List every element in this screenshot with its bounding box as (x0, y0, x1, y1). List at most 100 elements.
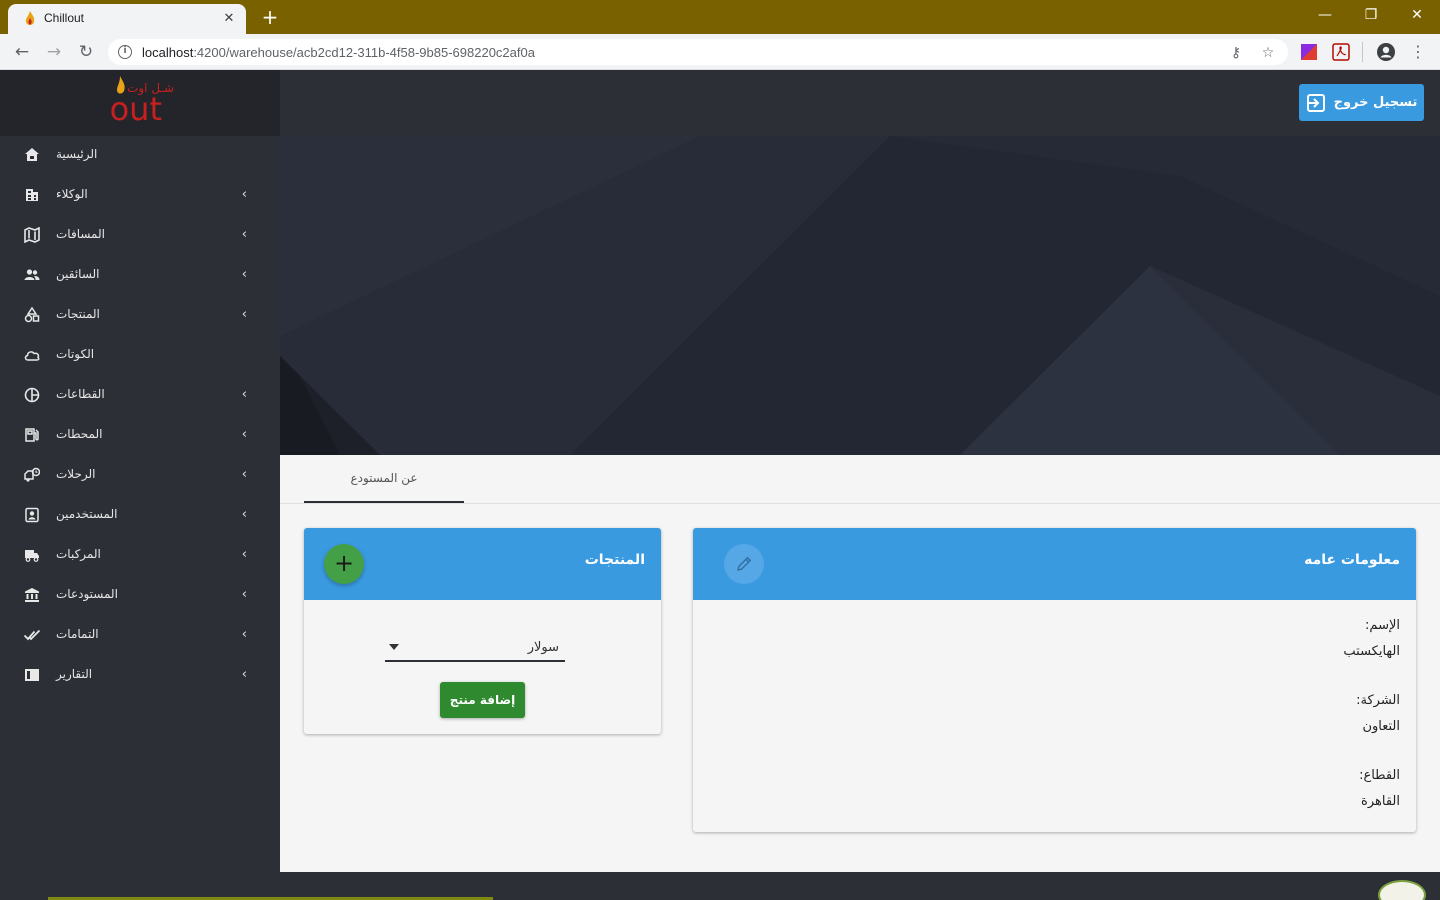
sidebar-item-label: الوكلاء (56, 187, 88, 201)
reload-icon[interactable]: ↻ (74, 40, 98, 64)
products-card: المنتجات + سولار إضافة منتج (304, 528, 661, 734)
sidebar-item-label: القطاعات (56, 387, 105, 401)
sidebar-item-label: المركبات (56, 547, 101, 561)
address-bar[interactable]: i localhost:4200/warehouse/acb2cd12-311b… (108, 39, 1288, 65)
browser-titlebar: Chillout ✕ + — ❐ ✕ (0, 0, 1440, 34)
warehouse-icon (25, 588, 39, 602)
chevron-right-icon: › (241, 187, 247, 202)
trips-icon (24, 467, 40, 482)
sidebar-item-agents[interactable]: الوكلاء › (0, 176, 280, 216)
brand-area: chill out شـل اوت (0, 70, 280, 136)
sidebar-item-label: المنتجات (56, 307, 100, 321)
close-window-icon[interactable]: ✕ (1394, 0, 1440, 30)
add-product-button[interactable]: إضافة منتج (440, 682, 525, 718)
sectors-icon (24, 387, 40, 403)
sidebar-item-vehicles[interactable]: المركبات › (0, 536, 280, 576)
minimize-icon[interactable]: — (1302, 0, 1348, 30)
user-badge-icon (25, 507, 39, 523)
chevron-right-icon: › (241, 387, 247, 402)
chevron-right-icon: › (241, 227, 247, 242)
toolbar-divider (1362, 42, 1363, 62)
logout-button[interactable]: تسجيل خروج (1299, 84, 1424, 121)
people-icon (24, 269, 40, 280)
sidebar-item-label: التقارير (56, 667, 93, 681)
extension-icon[interactable] (1300, 43, 1318, 61)
dropdown-arrow-icon (389, 644, 399, 650)
sidebar-item-home[interactable]: الرئيسية (0, 136, 280, 176)
product-select[interactable]: سولار (385, 632, 565, 662)
info-icon[interactable]: i (118, 45, 132, 59)
chevron-right-icon: › (241, 587, 247, 602)
logout-icon (1306, 93, 1325, 112)
station-icon (25, 428, 39, 442)
sector-value: القاهرة (1361, 794, 1400, 809)
svg-text:out: out (110, 90, 162, 128)
pencil-icon (737, 556, 752, 571)
sidebar-item-products[interactable]: المنتجات › (0, 296, 280, 336)
name-label: الإسم: (1365, 618, 1400, 633)
new-tab-button[interactable]: + (258, 6, 282, 28)
chillout-logo[interactable]: chill out شـل اوت (56, 74, 228, 128)
tab-title: Chillout (44, 11, 85, 25)
sidebar-item-users[interactable]: المستخدمين › (0, 496, 280, 536)
sidebar-item-label: الرئيسية (56, 147, 98, 161)
add-fab-button[interactable]: + (324, 544, 364, 584)
company-value: التعاون (1362, 719, 1400, 734)
sidebar-item-label: الرحلات (56, 467, 96, 481)
url-text[interactable]: localhost:4200/warehouse/acb2cd12-311b-4… (142, 45, 535, 60)
tab-about-warehouse[interactable]: عن المستودع (304, 455, 464, 503)
star-icon[interactable]: ☆ (1260, 45, 1276, 61)
browser-tab[interactable]: Chillout ✕ (8, 4, 246, 34)
chevron-right-icon: › (241, 467, 247, 482)
back-icon[interactable]: ← (10, 40, 34, 64)
map-icon (24, 227, 40, 243)
tab-close-icon[interactable]: ✕ (220, 10, 238, 28)
forward-icon[interactable]: → (42, 40, 66, 64)
emblem-logo (1378, 880, 1426, 900)
report-icon (25, 669, 39, 681)
sidebar-item-label: الكوتات (56, 347, 95, 361)
restore-icon[interactable]: ❐ (1348, 0, 1394, 30)
key-icon[interactable]: ⚷ (1228, 45, 1244, 61)
info-card-header: معلومات عامه (693, 528, 1416, 600)
chevron-right-icon: › (241, 427, 247, 442)
hero-banner (280, 136, 1440, 455)
chevron-right-icon: › (241, 547, 247, 562)
account-icon[interactable] (1376, 42, 1396, 62)
sidebar-item-label: المحطات (56, 427, 103, 441)
home-icon (25, 148, 39, 161)
sidebar-item-stations[interactable]: المحطات › (0, 416, 280, 456)
logout-label: تسجيل خروج (1333, 95, 1418, 110)
edit-button[interactable] (724, 544, 764, 584)
sidebar-item-reports[interactable]: التقارير › (0, 656, 280, 696)
truck-icon (25, 550, 39, 562)
products-card-header: المنتجات + (304, 528, 661, 600)
sidebar-item-quotas[interactable]: الكوتات (0, 336, 280, 376)
products-icon (24, 307, 40, 323)
product-select-value: سولار (527, 640, 559, 655)
url-path: :4200/warehouse/acb2cd12-311b-4f58-9b85-… (193, 45, 535, 60)
sidebar-item-trips[interactable]: الرحلات › (0, 456, 280, 496)
chevron-right-icon: › (241, 627, 247, 642)
sidebar-item-distances[interactable]: المسافات › (0, 216, 280, 256)
sector-label: القطاع: (1359, 768, 1400, 783)
sidebar: chill out شـل اوت الرئيسية الوكلاء › الم… (0, 70, 280, 900)
double-check-icon (24, 629, 40, 641)
sidebar-item-sectors[interactable]: القطاعات › (0, 376, 280, 416)
sidebar-menu: الرئيسية الوكلاء › المسافات › السائقين ›… (0, 136, 280, 696)
sidebar-item-drivers[interactable]: السائقين › (0, 256, 280, 296)
sidebar-item-label: المستودعات (56, 587, 118, 601)
company-label: الشركة: (1356, 693, 1400, 708)
svg-text:شـل اوت: شـل اوت (127, 81, 174, 96)
footer (280, 872, 1440, 900)
chevron-right-icon: › (241, 667, 247, 682)
sidebar-item-checkups[interactable]: التمامات › (0, 616, 280, 656)
flame-icon (25, 11, 35, 25)
browser-menu-icon[interactable]: ⋮ (1406, 40, 1430, 64)
products-card-title: المنتجات (584, 552, 645, 568)
pdf-extension-icon[interactable] (1332, 43, 1350, 61)
chevron-right-icon: › (241, 507, 247, 522)
svg-text:chill: chill (56, 85, 58, 128)
sidebar-item-warehouses[interactable]: المستودعات › (0, 576, 280, 616)
agents-icon (26, 189, 38, 201)
